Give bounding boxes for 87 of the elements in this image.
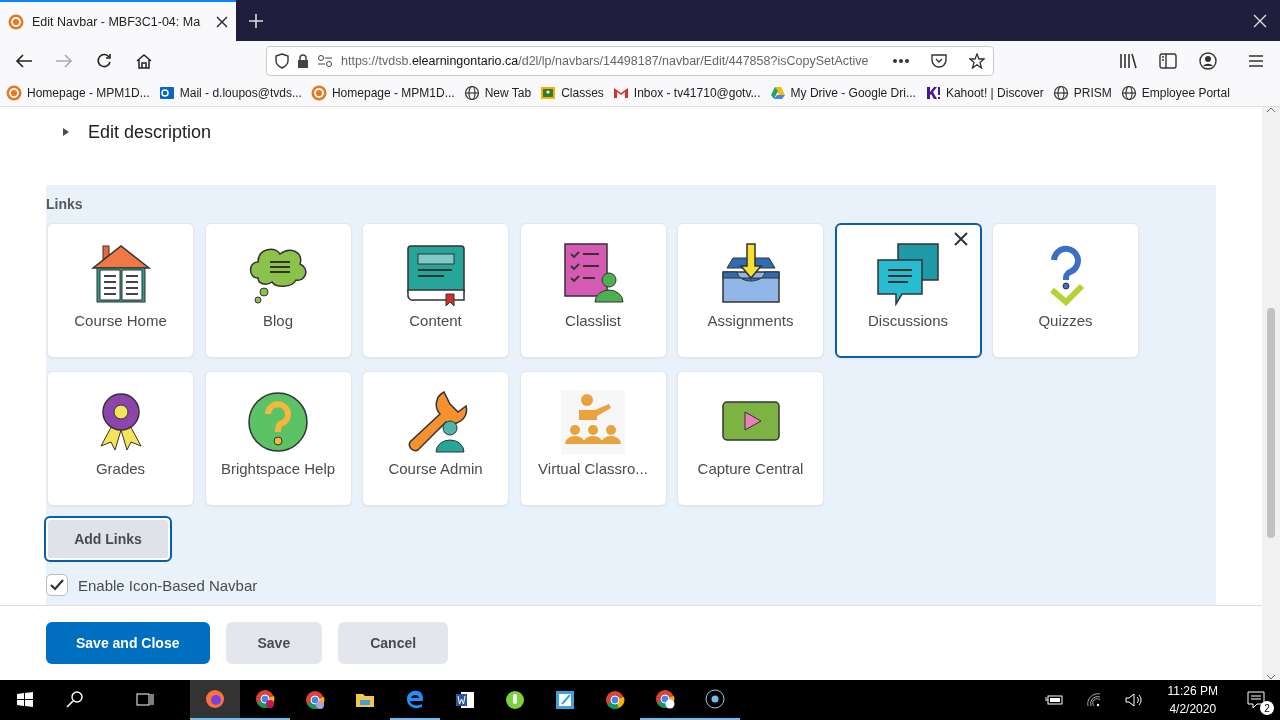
chat-bubbles-icon (876, 242, 940, 306)
firefox-icon[interactable] (205, 689, 225, 709)
address-bar[interactable]: https://tvdsb.elearningontario.ca/d2l/lp/navbars/14498187/navbar/Edit/447858?isCopySetActive (266, 45, 994, 76)
link-tile[interactable]: Content (362, 223, 509, 358)
permissions-icon (317, 53, 333, 68)
checkbox-label: Enable Icon-Based Navbar (78, 576, 258, 594)
bookmark[interactable]: Homepage - MPM1D... (310, 85, 455, 101)
menu-icon[interactable] (1248, 53, 1264, 68)
kahoot-icon (924, 85, 941, 101)
home-icon[interactable] (136, 52, 152, 69)
link-tile[interactable]: Classlist (519, 223, 667, 358)
more-icon[interactable] (893, 58, 909, 63)
link-tile[interactable]: Quizzes (992, 223, 1139, 358)
link-tile[interactable]: Brightspace Help (204, 371, 352, 506)
house-icon (88, 242, 153, 306)
scroll-up-icon[interactable] (1266, 107, 1276, 113)
save-close-button[interactable]: Save and Close (46, 622, 210, 664)
bookmark[interactable]: New Tab (463, 85, 532, 101)
brightspace-logo-icon (6, 85, 22, 101)
globe-icon (1052, 85, 1069, 101)
brightspace-logo-icon (8, 13, 24, 30)
browser-tab[interactable]: Edit Navbar - MBF3C1-04: Ma (0, 0, 236, 41)
library-icon[interactable] (1119, 52, 1137, 69)
star-icon[interactable] (969, 52, 985, 69)
scrollbar-thumb[interactable] (1267, 308, 1275, 538)
globe-icon (1120, 85, 1137, 101)
clock[interactable]: 11:26 PM 4/2/2020 (1153, 682, 1232, 718)
edge-icon[interactable] (405, 689, 425, 709)
bookmark[interactable]: Homepage - MPM1D... (6, 85, 150, 101)
account-icon[interactable] (1199, 51, 1217, 70)
lock-icon (297, 53, 309, 68)
link-tile[interactable]: Capture Central (677, 371, 824, 506)
action-button[interactable]: Save (225, 622, 323, 664)
bookmark[interactable]: PRISM (1052, 85, 1112, 101)
bookmark[interactable]: Inbox - tv41710@gotv... (612, 85, 761, 101)
mail-icon (158, 85, 175, 101)
bookmark[interactable]: Mail - d.loupos@tvds... (158, 85, 302, 101)
link-tile[interactable]: Virtual Classro... (519, 371, 667, 506)
drive-icon (769, 85, 786, 101)
windows-logo-icon[interactable] (15, 690, 35, 710)
bookmark[interactable]: My Drive - Google Dri... (769, 85, 916, 101)
app-icon[interactable] (505, 690, 525, 710)
section-toggle[interactable]: Edit description (88, 121, 212, 143)
gmail-icon (612, 85, 629, 101)
scrollbar[interactable] (1262, 107, 1280, 680)
chrome-icon[interactable] (605, 690, 625, 710)
new-tab-icon[interactable] (249, 13, 263, 28)
action-button[interactable]: Cancel (338, 622, 449, 664)
notepad-icon[interactable] (555, 690, 575, 710)
globe-icon (463, 85, 480, 101)
add-links-button[interactable]: Add Links (44, 516, 172, 562)
bookmark[interactable]: Kahoot! | Discover (924, 85, 1044, 101)
notification-count: 2 (1260, 701, 1274, 715)
scroll-down-icon[interactable] (1266, 674, 1276, 680)
link-tile[interactable]: Course Admin (362, 371, 509, 506)
brightspace-logo-icon (310, 85, 327, 101)
disclosure-triangle-icon[interactable] (62, 127, 70, 137)
record-icon[interactable] (705, 689, 725, 709)
shield-icon (275, 52, 289, 69)
classroom-icon (540, 85, 557, 101)
link-tile[interactable]: Course Home (47, 223, 194, 358)
close-icon[interactable] (953, 232, 968, 246)
volume-icon[interactable] (1123, 690, 1144, 710)
notification-icon[interactable] (1246, 690, 1266, 710)
question-circle-icon (246, 390, 310, 454)
checklist-person-icon (561, 242, 625, 306)
chrome-icon[interactable] (655, 689, 675, 709)
chrome-icon[interactable] (255, 689, 275, 709)
checkbox[interactable] (46, 574, 68, 596)
check-icon (50, 579, 64, 591)
bookmark[interactable]: Classes (540, 85, 604, 101)
url-text: https://tvdsb.elearningontario.ca/d2l/lp/navbars/14498187/navbar/Edit/447858?isCopySetActive (341, 53, 870, 68)
link-tile[interactable]: Discussions (834, 223, 982, 358)
reload-icon[interactable] (96, 52, 112, 69)
search-icon[interactable] (65, 690, 85, 710)
back-icon[interactable] (15, 52, 33, 69)
link-tile[interactable]: Blog (204, 223, 352, 358)
link-tile[interactable]: Grades (47, 371, 194, 506)
section-title: Links (46, 195, 84, 214)
presenter-audience-icon (561, 390, 625, 454)
sidebar-icon[interactable] (1159, 52, 1177, 69)
pocket-icon[interactable] (931, 53, 947, 68)
link-tile[interactable]: Assignments (677, 223, 824, 358)
word-icon[interactable] (455, 690, 475, 710)
close-icon[interactable] (216, 15, 228, 28)
chrome-icon[interactable] (305, 690, 325, 710)
bookmark[interactable]: Employee Portal (1120, 85, 1230, 101)
